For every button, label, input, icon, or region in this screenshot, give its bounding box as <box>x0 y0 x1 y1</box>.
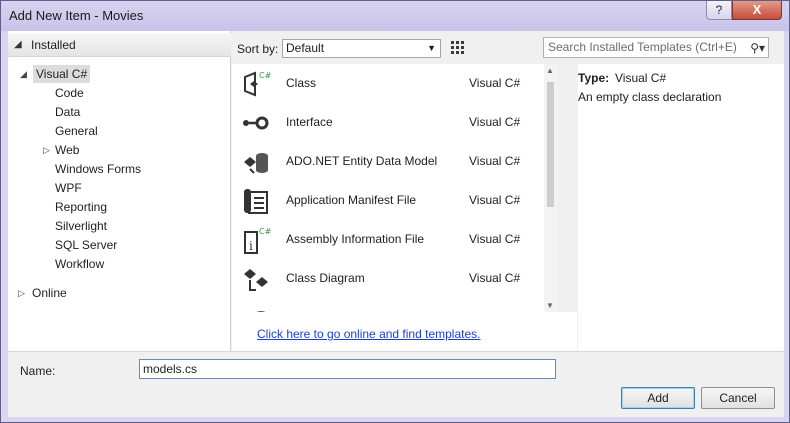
installed-label: Installed <box>31 38 76 52</box>
template-name: Assembly Information File <box>286 232 425 246</box>
entity-model-icon <box>244 153 268 174</box>
dialog-title: Add New Item - Movies <box>9 8 144 23</box>
tree-item-code[interactable]: Code <box>55 84 84 102</box>
template-language: Visual C# <box>469 193 521 207</box>
collapse-arrow-icon: ◢ <box>14 39 22 50</box>
view-toggle-icon[interactable] <box>451 41 465 55</box>
template-list: C# Class Visual C# Interface Visual C# A… <box>232 64 557 312</box>
tree-item-general[interactable]: General <box>55 122 98 140</box>
tree-item-wpf[interactable]: WPF <box>55 179 82 197</box>
template-row-entity-data-model[interactable]: ADO.NET Entity Data Model Visual C# <box>232 142 557 181</box>
name-field[interactable]: models.cs <box>139 359 556 379</box>
template-name: Class Diagram <box>286 271 365 285</box>
class-diagram-icon <box>244 269 268 291</box>
tree-item-data[interactable]: Data <box>55 103 80 121</box>
template-language: Visual C# <box>469 76 521 90</box>
sort-by-label: Sort by: <box>237 42 279 56</box>
close-button[interactable]: X <box>732 1 782 20</box>
tree-item-visual-csharp[interactable]: Visual C# <box>33 65 91 83</box>
add-new-item-dialog: Add New Item - Movies ? X ◢ Installed ◢ … <box>0 0 790 423</box>
svg-text:i: i <box>249 239 253 253</box>
interface-icon <box>243 116 269 130</box>
template-row-class-diagram[interactable]: Class Diagram Visual C# <box>232 259 557 298</box>
template-name: Class <box>286 76 317 90</box>
template-language: Visual C# <box>469 232 521 246</box>
type-key-label: Type: <box>578 71 610 85</box>
help-button[interactable]: ? <box>706 1 732 20</box>
template-language: Visual C# <box>469 154 521 168</box>
cancel-button[interactable]: Cancel <box>701 387 775 409</box>
tree-item-web[interactable]: Web <box>55 141 79 159</box>
partial-template-icon <box>256 311 266 312</box>
template-row-interface[interactable]: Interface Visual C# <box>232 103 557 142</box>
tree-item-windows-forms[interactable]: Windows Forms <box>55 160 141 178</box>
scroll-down-icon[interactable]: ▼ <box>546 301 554 310</box>
svg-text:C#: C# <box>259 71 271 80</box>
type-value: Visual C# <box>615 71 667 85</box>
sort-by-value: Default <box>286 41 325 55</box>
expand-arrow-icon[interactable]: ◢ <box>20 65 27 83</box>
dropdown-arrow-icon: ▼ <box>427 43 436 53</box>
dialog-body: ◢ Installed ◢ Visual C# Code Data Genera… <box>8 31 784 417</box>
manifest-icon <box>244 189 268 214</box>
template-name: Interface <box>286 115 333 129</box>
template-row-application-manifest[interactable]: Application Manifest File Visual C# <box>232 181 557 220</box>
template-row-assembly-information[interactable]: i C# Assembly Information File Visual C# <box>232 220 557 259</box>
svg-text:C#: C# <box>259 227 271 236</box>
sort-by-dropdown[interactable]: Default ▼ <box>282 39 441 58</box>
template-name: Application Manifest File <box>286 193 417 207</box>
search-icon[interactable]: ⚲▾ <box>750 39 765 58</box>
template-row-partial[interactable] <box>232 298 557 312</box>
collapsed-arrow-icon[interactable]: ▷ <box>43 141 50 159</box>
template-list-scrollbar[interactable]: ▲ ▼ <box>544 64 557 312</box>
installed-header[interactable]: ◢ Installed <box>8 33 231 57</box>
template-details: Type: Visual C# An empty class declarati… <box>578 64 784 351</box>
name-label: Name: <box>20 364 56 378</box>
template-name: ADO.NET Entity Data Model <box>286 154 438 168</box>
category-tree: ◢ Installed ◢ Visual C# Code Data Genera… <box>8 31 231 351</box>
online-link-area: Click here to go online and find templat… <box>232 312 577 351</box>
find-templates-online-link[interactable]: Click here to go online and find templat… <box>257 327 480 341</box>
search-placeholder: Search Installed Templates (Ctrl+E) <box>548 40 737 54</box>
template-language: Visual C# <box>469 271 521 285</box>
template-language: Visual C# <box>469 115 521 129</box>
scrollbar-thumb[interactable] <box>547 82 554 207</box>
online-header[interactable]: ▷ Online <box>8 284 231 304</box>
scroll-up-icon[interactable]: ▲ <box>546 66 554 75</box>
search-templates-input[interactable]: Search Installed Templates (Ctrl+E) ⚲▾ <box>543 37 769 58</box>
add-button[interactable]: Add <box>621 387 695 409</box>
tree-item-reporting[interactable]: Reporting <box>55 198 107 216</box>
assembly-info-icon: i C# <box>244 227 271 254</box>
online-arrow-icon: ▷ <box>18 288 25 298</box>
tree-item-silverlight[interactable]: Silverlight <box>55 217 107 235</box>
template-description: An empty class declaration <box>578 90 722 104</box>
online-label: Online <box>32 286 67 300</box>
dialog-footer: Name: models.cs Add Cancel <box>8 351 784 417</box>
class-icon: C# <box>244 71 271 97</box>
title-bar: Add New Item - Movies ? X <box>1 1 789 31</box>
tree-item-workflow[interactable]: Workflow <box>55 255 104 273</box>
template-row-class[interactable]: C# Class Visual C# <box>232 64 557 103</box>
tree-item-sql-server[interactable]: SQL Server <box>55 236 117 254</box>
